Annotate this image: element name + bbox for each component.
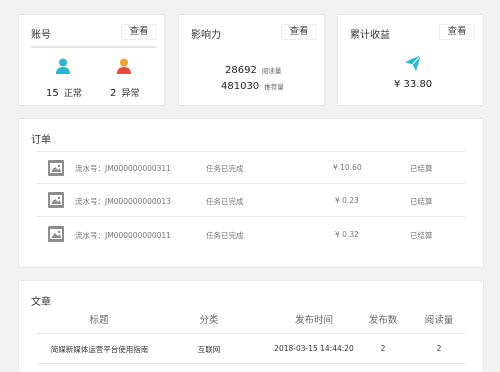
order-status: 已结算 bbox=[410, 164, 433, 173]
abnormal-user-icon bbox=[117, 58, 131, 74]
order-status: 已结算 bbox=[410, 231, 433, 240]
order-serial: 流水号：JM000000000311 bbox=[75, 164, 171, 173]
account-view-button[interactable]: 查看 bbox=[121, 24, 157, 40]
image-icon bbox=[48, 226, 64, 242]
account-title: 账号 bbox=[31, 30, 51, 41]
articles-card: 文章 标题 分类 发布时间 发布数 阅读量 简媒新媒体运营平台使用指南 互联网 … bbox=[18, 280, 484, 372]
order-row[interactable]: 流水号：JM000000000013 任务已完成 ¥ 0.23 已结算 bbox=[19, 185, 483, 215]
recommends-stat: 481030 推荐量 bbox=[221, 81, 284, 92]
articles-header-divider bbox=[37, 333, 465, 334]
earnings-view-button[interactable]: 查看 bbox=[439, 24, 475, 40]
orders-title: 订单 bbox=[31, 135, 51, 146]
influence-card: 影响力 查看 28692 阅读量 481030 推荐量 bbox=[178, 14, 325, 106]
earnings-title: 累计收益 bbox=[350, 30, 390, 41]
order-serial: 流水号：JM000000000011 bbox=[75, 231, 171, 240]
order-amount: ¥ 0.23 bbox=[335, 196, 359, 205]
articles-row-divider bbox=[37, 363, 465, 364]
order-amount: ¥ 0.32 bbox=[335, 230, 359, 239]
paper-plane-icon bbox=[404, 54, 422, 72]
order-row[interactable]: 流水号：JM000000000311 任务已完成 ¥ 10.60 已结算 bbox=[19, 152, 483, 182]
image-icon bbox=[48, 192, 64, 208]
order-task: 任务已完成 bbox=[206, 164, 244, 173]
column-header-published[interactable]: 发布时间 bbox=[274, 312, 354, 326]
order-task: 任务已完成 bbox=[206, 231, 244, 240]
order-amount: ¥ 10.60 bbox=[333, 163, 362, 172]
column-header-category[interactable]: 分类 bbox=[184, 312, 234, 326]
order-row[interactable]: 流水号：JM000000000011 任务已完成 ¥ 0.32 已结算 bbox=[19, 219, 483, 249]
article-published: 2018-03-15 14:44:20 bbox=[274, 344, 354, 353]
article-title[interactable]: 简媒新媒体运营平台使用指南 bbox=[27, 344, 172, 355]
account-divider bbox=[31, 46, 156, 48]
normal-user-icon bbox=[56, 58, 70, 74]
article-publish-count: 2 bbox=[380, 344, 386, 353]
article-reads: 2 bbox=[436, 344, 442, 353]
earnings-amount: ¥ 33.80 bbox=[394, 79, 433, 90]
order-serial: 流水号：JM000000000013 bbox=[75, 197, 171, 206]
influence-title: 影响力 bbox=[191, 30, 221, 41]
column-header-title[interactable]: 标题 bbox=[69, 312, 129, 326]
article-category: 互联网 bbox=[197, 345, 221, 354]
orders-card: 订单 流水号：JM000000000311 任务已完成 ¥ 10.60 已结算 … bbox=[18, 118, 484, 268]
abnormal-count: 2 异常 bbox=[110, 88, 140, 99]
normal-count: 15 正常 bbox=[46, 88, 82, 99]
earnings-card: 累计收益 查看 ¥ 33.80 bbox=[337, 14, 484, 106]
column-header-publish-count[interactable]: 发布数 bbox=[360, 312, 406, 326]
column-header-reads[interactable]: 阅读量 bbox=[416, 312, 462, 326]
order-task: 任务已完成 bbox=[206, 197, 244, 206]
account-card: 账号 查看 15 正常 2 异常 bbox=[18, 14, 165, 106]
order-row-divider bbox=[37, 183, 465, 184]
articles-title: 文章 bbox=[31, 297, 51, 308]
order-row-divider bbox=[37, 216, 465, 217]
table-row[interactable]: 简媒新媒体运营平台使用指南 互联网 2018-03-15 14:44:20 2 … bbox=[19, 336, 483, 362]
influence-view-button[interactable]: 查看 bbox=[281, 24, 317, 40]
image-icon bbox=[48, 160, 64, 176]
order-status: 已结算 bbox=[410, 197, 433, 206]
